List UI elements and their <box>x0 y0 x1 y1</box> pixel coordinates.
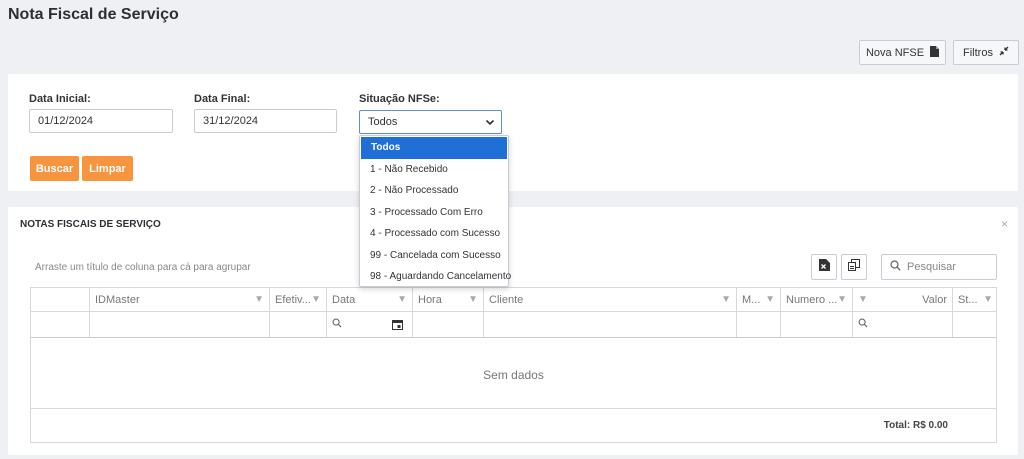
excel-icon <box>818 258 830 276</box>
date-filter-cell[interactable] <box>326 312 412 337</box>
filter-cell[interactable] <box>736 312 780 337</box>
dropdown-option[interactable]: 99 - Cancelada com Sucesso <box>360 245 508 267</box>
column-label: M... <box>742 293 761 306</box>
header-row: IDMaster ▼ Efetiv... ▼ Data ▼ Hora ▼ Cliente… <box>31 288 996 312</box>
column-header-efetiv[interactable]: Efetiv... ▼ <box>269 288 326 311</box>
grid-title: NOTAS FISCAIS DE SERVIÇO <box>20 219 161 230</box>
filter-cell[interactable] <box>483 312 736 337</box>
column-label: Data <box>332 293 356 306</box>
column-header-idmaster[interactable]: IDMaster ▼ <box>89 288 269 311</box>
value-filter-cell[interactable] <box>852 312 952 337</box>
column-header-data[interactable]: Data ▼ <box>326 288 412 311</box>
status-select[interactable]: Todos <box>359 110 502 134</box>
search-button[interactable]: Buscar <box>30 156 79 181</box>
filter-cell[interactable] <box>780 312 852 337</box>
column-label: Valor <box>922 293 947 306</box>
close-icon[interactable]: × <box>1001 217 1008 231</box>
footer-divider <box>31 408 996 409</box>
column-label: St... <box>958 293 978 306</box>
page-title: Nota Fiscal de Serviço <box>8 6 179 23</box>
chevron-down-icon <box>485 117 495 127</box>
status-dropdown-list: Todos 1 - Não Recebido 2 - Não Processad… <box>359 135 511 288</box>
end-date-label: Data Final: <box>194 93 251 105</box>
clear-button[interactable]: Limpar <box>82 156 133 181</box>
column-label: Cliente <box>489 293 524 306</box>
filter-icon[interactable]: ▼ <box>983 294 993 305</box>
column-chooser-button[interactable] <box>841 254 867 280</box>
filter-cell[interactable] <box>952 312 998 337</box>
dropdown-option[interactable]: 3 - Processado Com Erro <box>360 202 508 224</box>
search-icon <box>332 318 342 331</box>
new-nfse-label: Nova NFSE <box>865 46 925 59</box>
status-select-value: Todos <box>368 116 398 128</box>
collapse-icon <box>999 46 1009 59</box>
start-date-label: Data Inicial: <box>29 93 91 105</box>
filter-icon[interactable]: ▼ <box>311 294 321 305</box>
filter-icon[interactable]: ▼ <box>721 294 731 305</box>
filter-icon[interactable]: ▼ <box>397 294 407 305</box>
column-header-hora[interactable]: Hora ▼ <box>412 288 483 311</box>
no-data-message: Sem dados <box>483 368 544 382</box>
column-label: Hora <box>418 293 442 306</box>
calendar-icon[interactable] <box>392 319 403 333</box>
filter-icon[interactable]: ▼ <box>858 294 868 305</box>
new-nfse-button[interactable]: Nova NFSE <box>859 40 946 65</box>
filter-panel: Data Inicial: 01/12/2024 Data Final: 31/… <box>8 74 1018 191</box>
column-label: Efetiv... <box>275 293 311 306</box>
filter-icon[interactable]: ▼ <box>765 294 775 305</box>
grid-panel: NOTAS FISCAIS DE SERVIÇO × Arraste um tí… <box>8 207 1018 455</box>
group-panel-hint: Arraste um título de coluna para cá para… <box>35 262 251 273</box>
filter-cell[interactable] <box>89 312 269 337</box>
column-header-valor[interactable]: ▼ Valor <box>852 288 952 311</box>
dropdown-option[interactable]: 98 - Aguardando Cancelamento <box>360 266 511 288</box>
select-column-header[interactable] <box>31 288 89 311</box>
data-table: IDMaster ▼ Efetiv... ▼ Data ▼ Hora ▼ Cliente… <box>30 287 997 443</box>
search-placeholder: Pesquisar <box>907 261 956 273</box>
document-icon <box>930 45 940 60</box>
search-icon <box>858 318 868 331</box>
grid-search-input[interactable]: Pesquisar <box>881 254 997 280</box>
filter-icon[interactable]: ▼ <box>837 294 847 305</box>
dropdown-option[interactable]: 4 - Processado com Sucesso <box>360 223 508 245</box>
filter-cell[interactable] <box>269 312 326 337</box>
start-date-input[interactable]: 01/12/2024 <box>29 109 173 133</box>
dropdown-option[interactable]: 2 - Não Processado <box>360 180 508 202</box>
filters-label: Filtros <box>963 46 993 59</box>
column-header-numero[interactable]: Numero ... ▼ <box>780 288 852 311</box>
end-date-input[interactable]: 31/12/2024 <box>194 109 337 133</box>
filters-button[interactable]: Filtros <box>953 40 1019 65</box>
column-header-status[interactable]: St... ▼ <box>952 288 998 311</box>
status-label: Situação NFSe: <box>359 93 440 105</box>
filter-icon[interactable]: ▼ <box>468 294 478 305</box>
column-label: IDMaster <box>95 293 140 306</box>
filter-cell[interactable] <box>412 312 483 337</box>
column-header-cliente[interactable]: Cliente ▼ <box>483 288 736 311</box>
export-excel-button[interactable] <box>811 254 837 280</box>
column-header-m[interactable]: M... ▼ <box>736 288 780 311</box>
filter-cell <box>31 312 89 337</box>
column-chooser-icon <box>848 258 860 276</box>
filter-row <box>31 312 996 338</box>
total-summary: Total: R$ 0.00 <box>883 420 948 431</box>
column-label: Numero ... <box>786 293 838 306</box>
filter-icon[interactable]: ▼ <box>254 294 264 305</box>
search-icon <box>890 260 901 274</box>
dropdown-option[interactable]: 1 - Não Recebido <box>360 159 508 181</box>
dropdown-option[interactable]: Todos <box>361 137 507 159</box>
